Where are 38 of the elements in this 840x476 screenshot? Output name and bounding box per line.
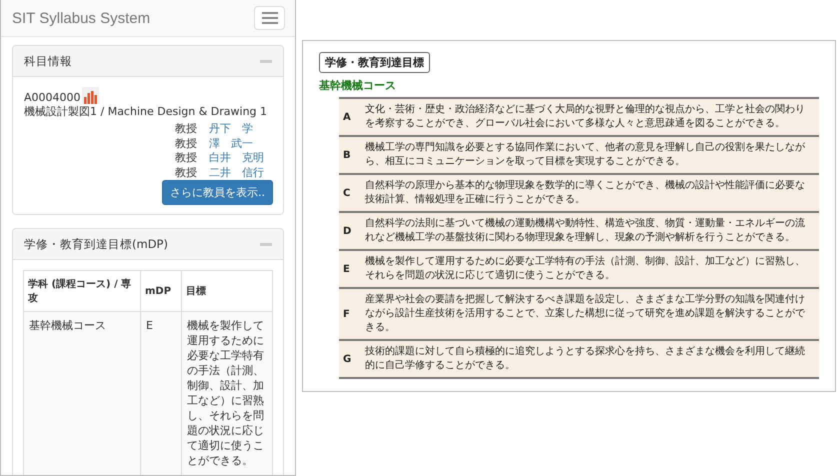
table-cell: E — [140, 312, 182, 475]
goal-letter: E — [343, 264, 351, 274]
course-code: A0004000 — [24, 91, 81, 104]
instructor-title: 教授 — [175, 166, 198, 180]
document-title: 学修・教育到達目標 — [319, 52, 430, 73]
table-cell: 基幹機械コース — [24, 312, 140, 475]
goal-text: 文化・芸術・歴史・政治経済などに基づく大局的な視野と倫理的な視点から、工学と社会の関わりを考察することができ、グローバル社会において多様な人々と意思疎通を図ることができる。 — [365, 103, 806, 131]
app-title: SIT Syllabus System — [12, 10, 150, 26]
goal-text: 自然科学の法則に基づいて機械の運動機構や動特性、構造や強度、物質・運動量・エネルギーの流れなど機械工学の基盤技術に関わる物理現象を理解し、現象の予測や解析を行うことができる。 — [365, 217, 806, 245]
instructor-title: 教授 — [175, 136, 198, 151]
goal-letter: B — [343, 150, 352, 160]
goal-text: 産業界や社会の要請を把握して解決するべき課題を設定し、さまざまな工学分野の知識を関連付けながら設計生産技術を活用することで、立案した構想に従って研究を進め課題を解決することができる。 — [365, 293, 806, 335]
instructor-title: 教授 — [175, 151, 198, 166]
goal-letter: F — [343, 308, 351, 320]
goal-letter: C — [343, 188, 352, 198]
goal-text: 技術的課題に対して自ら積極的に追究しようとする探求心を持ち、さまざまな機会を利用して継続的に自己学修することができる。 — [365, 345, 806, 373]
column-header: 目標 — [182, 270, 272, 312]
goal-letter: A — [343, 112, 352, 122]
column-header: mDP — [140, 270, 182, 312]
instructor-link[interactable]: 澤 武一 — [209, 136, 271, 151]
goal-letter: D — [343, 226, 352, 236]
panel-title: 科目情報 — [24, 54, 72, 68]
course-name: 機械設計製図1 / Machine Design & Drawing 1 — [24, 105, 268, 118]
table-cell: 機械を製作して運用するために必要な工学特有の手法（計測、制御、設計、加工など）に習熟し、それらを問題の状況に応じて適切に使うことができる。 — [182, 312, 272, 475]
goal-text: 機械工学の専門知識を必要とする協同作業において、他者の意見を理解し自己の役割を果たしながら、相互にコミュニケーションを取って目標を実現することができる。 — [365, 141, 806, 169]
course-heading: 基幹機械コース — [319, 78, 397, 93]
instructor-link[interactable]: 白井 克明 — [209, 151, 271, 166]
goal-text: 機械を製作して運用するために必要な工学特有の手法（計測、制御、設計、加工など）に習熟し、それらを問題の状況に応じて適切に使うことができる。 — [365, 255, 806, 283]
instructor-link[interactable]: 二井 信行 — [209, 166, 271, 180]
goal-letter: G — [343, 354, 352, 364]
menu-button[interactable] — [254, 6, 285, 30]
column-header: 学科 (課程コース) / 専攻 — [24, 270, 140, 312]
goal-text: 自然科学の原理から基本的な物理現象を数学的に導くことができ、機械の設計や性能評価に必要な技術計算、情報処理を正確に行うことができる。 — [365, 179, 806, 207]
bar-chart-icon[interactable] — [82, 87, 99, 104]
instructor-title: 教授 — [175, 122, 198, 136]
instructor-link[interactable]: 丹下 学 — [209, 122, 271, 136]
show-more-button[interactable]: さらに教員を表示.. — [162, 180, 273, 205]
panel-title: 学修・教育到達目標(mDP) — [24, 236, 168, 252]
